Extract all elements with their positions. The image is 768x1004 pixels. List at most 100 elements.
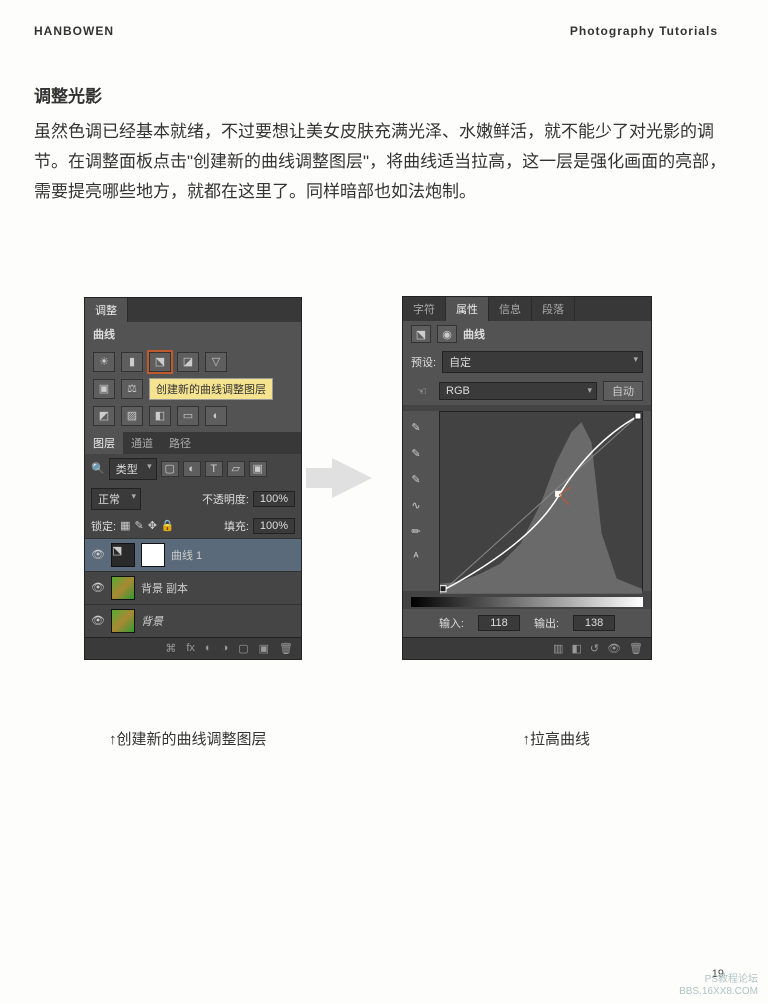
curves-tooltip: 创建新的曲线调整图层 [149, 378, 273, 400]
visibility-icon[interactable]: 👁 [91, 581, 105, 594]
curve-pencil-icon[interactable]: ✏ [405, 521, 427, 541]
watermark: PS教程论坛 BBS.16XX8.COM [679, 974, 758, 998]
tab-adjustments[interactable]: 调整 [85, 298, 128, 322]
visibility-icon[interactable]: 👁 [91, 614, 105, 627]
caption-right: ↑拉高曲线 [523, 728, 591, 749]
output-field[interactable]: 138 [573, 615, 615, 631]
layer-thumb [111, 576, 135, 600]
histogram-svg [440, 412, 642, 594]
mask-icon[interactable]: ◐ [205, 642, 212, 655]
hand-tool-icon[interactable]: ☜ [411, 381, 433, 401]
auto-button[interactable]: 自动 [603, 381, 643, 401]
adjustment-thumb-icon: ⬔ [111, 543, 135, 567]
exposure-icon[interactable]: ◪ [177, 352, 199, 372]
selective-color-icon[interactable]: ◐ [205, 406, 227, 426]
eyedropper-white-icon[interactable]: ✎ [405, 469, 427, 489]
mask-mode-icon[interactable]: ◉ [437, 325, 457, 343]
eyedropper-black-icon[interactable]: ✎ [405, 417, 427, 437]
blend-row: 正常 不透明度: 100% [85, 484, 301, 514]
prop-bottom-bar: ▥ ◧ ↺ 👁 🗑 [403, 637, 651, 659]
layer-row-bgcopy[interactable]: 👁 背景 副本 [85, 571, 301, 604]
prop-tabbar: 字符 属性 信息 段落 [403, 297, 651, 321]
lock-brush-icon[interactable]: ✎ [134, 519, 143, 532]
threshold-icon[interactable]: ◧ [149, 406, 171, 426]
lock-all-icon[interactable]: 🔒 [161, 519, 175, 532]
fill-field[interactable]: 100% [253, 518, 295, 534]
tab-character[interactable]: 字符 [403, 297, 446, 321]
arrow-container [332, 458, 372, 498]
layer-row-bg[interactable]: 👁 背景 [85, 604, 301, 637]
invert-icon[interactable]: ◩ [93, 406, 115, 426]
curves-icon[interactable]: ⬔ [149, 352, 171, 372]
new-layer-icon[interactable]: ▣ [259, 642, 269, 655]
mask-thumb[interactable] [141, 543, 165, 567]
adjust-tabbar: 调整 [85, 298, 301, 322]
tab-channels[interactable]: 通道 [123, 432, 161, 454]
new-fill-icon[interactable]: ◑ [222, 642, 229, 655]
tab-layers[interactable]: 图层 [85, 432, 123, 454]
toggle-visibility-icon[interactable]: 👁 [607, 642, 621, 655]
filter-shape-icon[interactable]: ▱ [227, 461, 245, 477]
preset-row: 预设: 自定 [403, 347, 651, 377]
brightness-icon[interactable]: ☀ [93, 352, 115, 372]
view-prev-icon[interactable]: ◧ [571, 642, 581, 655]
lock-pixels-icon[interactable]: ▦ [120, 519, 130, 532]
preset-dropdown[interactable]: 自定 [442, 351, 643, 373]
levels-icon[interactable]: ▮ [121, 352, 143, 372]
adjustments-layers-panel: 调整 曲线 ☀ ▮ ⬔ ◪ ▽ ▣ ⚖ 创建新的曲线调整图层 ◩ ▨ ◧ ▭ ◐ [84, 297, 302, 660]
layer-row-curves[interactable]: 👁 ⬔ 曲线 1 [85, 538, 301, 571]
preset-label: 预设: [411, 354, 436, 370]
prop-title: 曲线 [463, 326, 485, 342]
adjust-curves-label: 曲线 [85, 322, 301, 346]
filter-type-icon[interactable]: T [205, 461, 223, 477]
filter-pixel-icon[interactable]: ▢ [161, 461, 179, 477]
vibrance-icon[interactable]: ▽ [205, 352, 227, 372]
lock-row: 锁定: ▦ ✎ ✥ 🔒 填充: 100% [85, 514, 301, 538]
section-title: 调整光影 [34, 82, 734, 107]
trash-icon[interactable]: 🗑 [629, 642, 643, 655]
channel-dropdown[interactable]: RGB [439, 382, 597, 400]
tab-info[interactable]: 信息 [489, 297, 532, 321]
output-label: 输出: [534, 615, 559, 631]
filter-smart-icon[interactable]: ▣ [249, 461, 267, 477]
hue-icon[interactable]: ▣ [93, 379, 115, 399]
group-icon[interactable]: ▢ [238, 642, 248, 655]
posterize-icon[interactable]: ▨ [121, 406, 143, 426]
kind-filter-dropdown[interactable]: 类型 [109, 458, 157, 480]
curve-smooth-icon[interactable]: ᴬ [405, 547, 427, 567]
opacity-label: 不透明度: [202, 491, 249, 507]
brand-right: Photography Tutorials [570, 24, 718, 38]
brand-left: HANBOWEN [34, 24, 114, 38]
reset-icon[interactable]: ↺ [590, 642, 599, 655]
watermark-line1: PS教程论坛 [679, 974, 758, 986]
figure-row: 调整 曲线 ☀ ▮ ⬔ ◪ ▽ ▣ ⚖ 创建新的曲线调整图层 ◩ ▨ ◧ ▭ ◐ [34, 296, 734, 660]
curve-graph[interactable] [439, 411, 643, 591]
tab-paths[interactable]: 路径 [161, 432, 199, 454]
link-icon[interactable]: ⌘ [165, 642, 176, 655]
filter-adjust-icon[interactable]: ◐ [183, 461, 201, 477]
lock-label: 锁定: [91, 518, 116, 534]
input-field[interactable]: 118 [478, 615, 520, 631]
search-icon[interactable]: 🔍 [91, 462, 105, 475]
eyedropper-gray-icon[interactable]: ✎ [405, 443, 427, 463]
balance-icon[interactable]: ⚖ [121, 379, 143, 399]
tab-paragraph[interactable]: 段落 [532, 297, 575, 321]
layers-tabbar: 图层 通道 路径 [85, 432, 301, 454]
watermark-line2: BBS.16XX8.COM [679, 986, 758, 998]
fx-icon[interactable]: fx [186, 642, 195, 655]
trash-icon[interactable]: 🗑 [279, 642, 293, 655]
input-label: 输入: [439, 615, 464, 631]
tab-properties[interactable]: 属性 [446, 297, 489, 321]
layer-name: 背景 [141, 613, 163, 629]
gradient-map-icon[interactable]: ▭ [177, 406, 199, 426]
layer-name: 背景 副本 [141, 580, 188, 596]
curve-point-icon[interactable]: ∿ [405, 495, 427, 515]
io-row: 输入: 118 输出: 138 [403, 609, 651, 637]
opacity-field[interactable]: 100% [253, 491, 295, 507]
blend-mode-dropdown[interactable]: 正常 [91, 488, 141, 510]
visibility-icon[interactable]: 👁 [91, 548, 105, 561]
lock-move-icon[interactable]: ✥ [148, 519, 157, 532]
clip-icon[interactable]: ▥ [553, 642, 563, 655]
curves-adjust-icon: ⬔ [411, 325, 431, 343]
properties-panel: 字符 属性 信息 段落 ⬔ ◉ 曲线 预设: 自定 ☜ RGB 自动 [402, 296, 652, 660]
